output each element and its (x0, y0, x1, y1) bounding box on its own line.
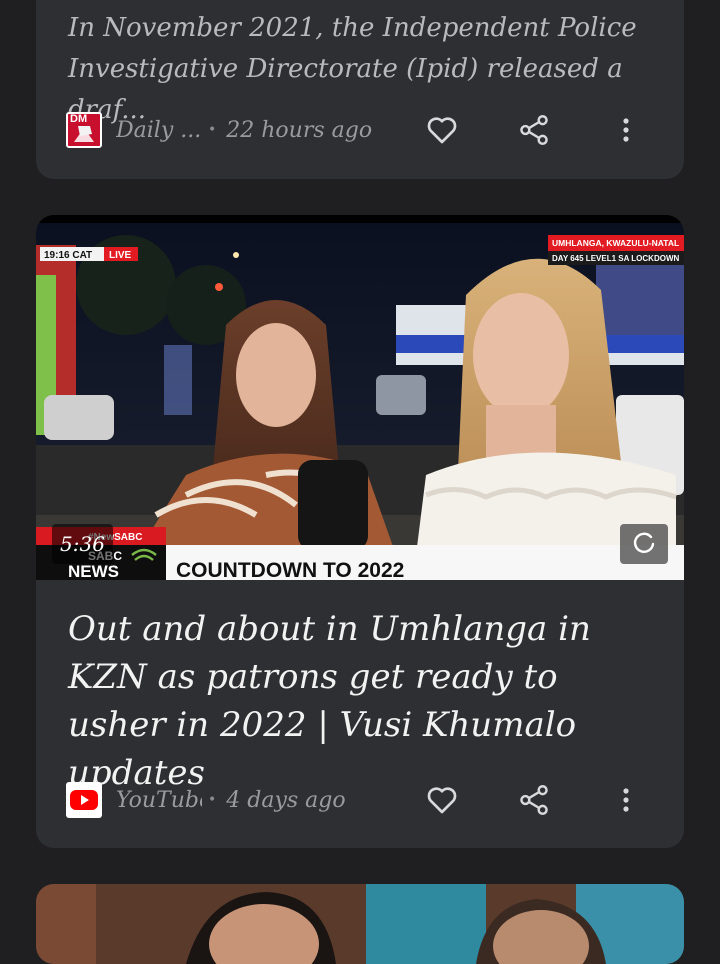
thumbnail-image: 19:16 CAT LIVE UMHLANGA, KWAZULU-NATAL D… (36, 215, 684, 582)
location-overlay: UMHLANGA, KWAZULU-NATAL (552, 238, 679, 248)
publish-time: 22 hours ago (226, 117, 373, 143)
meta-separator: • (208, 792, 217, 808)
lockdown-overlay: DAY 645 LEVEL1 SA LOCKDOWN (552, 254, 680, 263)
banner-text: COUNTDOWN TO 2022 (176, 559, 404, 580)
live-overlay: LIVE (109, 250, 132, 261)
share-icon (520, 784, 548, 816)
more-vert-icon (623, 118, 629, 142)
channel-logo-2: NEWS (68, 562, 119, 580)
like-button[interactable] (418, 780, 466, 820)
article-meta: YouTube • 4 days ago (66, 780, 684, 820)
like-button[interactable] (418, 110, 466, 150)
daily-maverick-logo: DM (66, 112, 102, 148)
refresh-icon (633, 532, 655, 553)
source-name[interactable]: YouTube (116, 788, 202, 813)
heart-icon (427, 787, 457, 814)
more-vert-icon (623, 788, 629, 812)
news-card-next[interactable] (36, 884, 684, 964)
article-headline[interactable]: Out and about in Umhlanga in KZN as patr… (68, 605, 644, 797)
video-duration: 5:36 (52, 524, 113, 564)
article-actions (418, 780, 650, 820)
news-card-umhlanga[interactable]: 19:16 CAT LIVE UMHLANGA, KWAZULU-NATAL D… (36, 215, 684, 848)
share-icon (520, 114, 548, 146)
youtube-icon (70, 790, 98, 810)
more-options-button[interactable] (602, 780, 650, 820)
article-actions (418, 110, 650, 150)
news-card-ipid[interactable]: In November 2021, the Independent Police… (36, 0, 684, 179)
logo-text: DM (70, 113, 88, 125)
share-button[interactable] (510, 110, 558, 150)
source-name[interactable]: Daily ... (116, 118, 202, 143)
article-meta: DM Daily ... • 22 hours ago (66, 110, 684, 150)
thumbnail-image (36, 884, 684, 964)
heart-icon (427, 117, 457, 144)
share-button[interactable] (510, 780, 558, 820)
loading-indicator (620, 524, 668, 564)
publish-time: 4 days ago (226, 787, 346, 813)
video-thumbnail[interactable]: 19:16 CAT LIVE UMHLANGA, KWAZULU-NATAL D… (36, 215, 684, 582)
clock-overlay: 19:16 CAT (44, 250, 92, 261)
more-options-button[interactable] (602, 110, 650, 150)
meta-separator: • (208, 122, 217, 138)
youtube-logo (66, 782, 102, 818)
